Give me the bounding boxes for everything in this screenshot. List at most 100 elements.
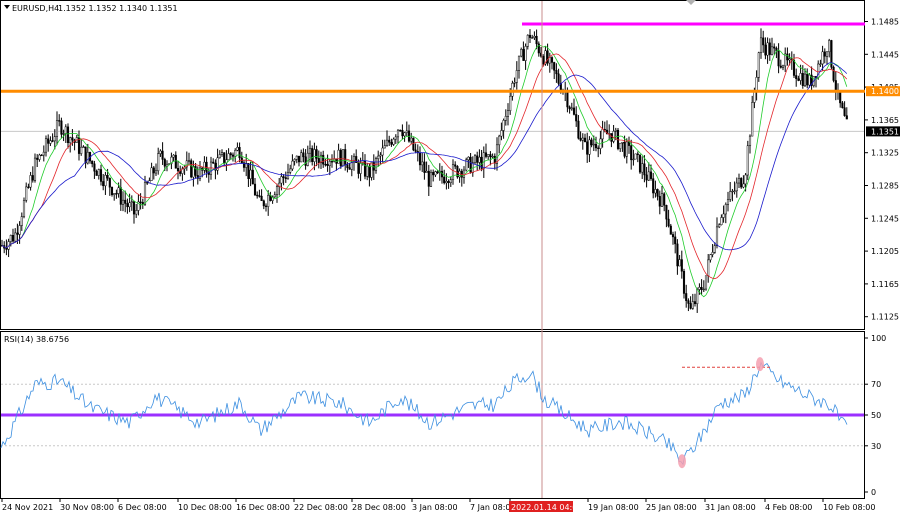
candle-body: [685, 293, 688, 301]
time-tick-label: 30 Nov 08:00: [60, 503, 114, 512]
candle-body: [231, 154, 235, 157]
candle-body: [759, 37, 763, 54]
candle-body: [667, 218, 670, 227]
candle-body: [108, 177, 111, 188]
candle-body: [647, 171, 650, 181]
candle-body: [841, 102, 844, 109]
candle-body: [187, 160, 191, 162]
candle-body: [737, 178, 741, 184]
candle-body: [47, 138, 50, 144]
candle-body: [645, 174, 648, 181]
candle-body: [44, 138, 48, 153]
candle-body: [834, 80, 837, 92]
candle-body: [66, 126, 70, 143]
candle-body: [449, 179, 452, 183]
candle-body: [282, 176, 285, 178]
candle-body: [740, 178, 743, 188]
candle-body: [548, 57, 551, 64]
candle-body: [795, 75, 798, 79]
candle-body: [106, 174, 109, 179]
candle-body: [586, 141, 589, 155]
candle-body: [383, 145, 386, 149]
candle-body: [60, 120, 63, 135]
candle-body: [394, 136, 397, 140]
candle-body: [84, 146, 87, 164]
candle-body: [491, 156, 494, 158]
candle-body: [11, 235, 15, 242]
candle-body: [735, 182, 738, 192]
candle-body: [370, 162, 373, 178]
candle-body: [724, 204, 727, 215]
candle-body: [330, 161, 334, 163]
candle-body: [663, 193, 666, 206]
candle-body: [86, 151, 89, 164]
candle-body: [377, 155, 380, 159]
candle-body: [788, 58, 791, 61]
candle-body: [117, 187, 120, 194]
time-tick-label: 7 Jan 08:00: [470, 503, 516, 512]
candle-body: [733, 190, 736, 192]
price-tick-label: 1.1365: [871, 116, 899, 125]
candle-body: [660, 193, 664, 207]
candle-body: [504, 116, 507, 121]
candle-body: [572, 107, 576, 115]
candle-body: [566, 91, 569, 108]
candle-body: [311, 148, 314, 162]
candle-body: [385, 139, 389, 146]
candle-body: [130, 201, 133, 203]
candle-body: [619, 142, 622, 149]
candle-body: [806, 73, 809, 86]
candle-body: [777, 50, 780, 67]
candle-body: [698, 287, 701, 290]
candle-body: [260, 195, 263, 202]
candle-body: [762, 37, 765, 46]
candle-body: [748, 135, 752, 147]
candle-body: [583, 137, 587, 143]
candle-body: [9, 235, 12, 242]
candle-body: [51, 140, 54, 142]
candle-body: [172, 154, 175, 158]
candle-body: [132, 201, 136, 215]
candle-body: [194, 166, 197, 176]
candle-body: [124, 199, 127, 204]
candle-body: [845, 115, 848, 120]
candle-body: [524, 46, 527, 61]
rsi-highlight-marker: [756, 357, 764, 372]
candle-body: [403, 132, 406, 137]
candle-body: [638, 154, 642, 173]
candle-body: [121, 199, 125, 205]
candle-body: [729, 191, 732, 200]
candle-body: [163, 159, 166, 167]
candle-body: [150, 167, 153, 181]
candle-body: [581, 137, 584, 141]
candle-body: [14, 232, 17, 242]
candle-body: [390, 142, 393, 145]
candle-body: [601, 128, 604, 140]
time-tick-label: 4 Feb 08:00: [765, 503, 812, 512]
candle-body: [786, 53, 789, 61]
candle-body: [500, 130, 503, 137]
candle-body: [779, 65, 782, 68]
candle-body: [636, 153, 639, 155]
symbol-label: EURUSD,H4: [12, 4, 59, 13]
price-tick-label: 1.1285: [871, 182, 899, 191]
candle-body: [768, 42, 771, 55]
candle-body: [625, 141, 628, 157]
candle-body: [665, 205, 668, 220]
candle-body: [473, 155, 477, 163]
candle-body: [368, 166, 371, 178]
candle-body: [493, 156, 496, 164]
candle-body: [192, 166, 195, 178]
candle-body: [115, 193, 118, 195]
candle-body: [799, 73, 802, 81]
candle-body: [401, 129, 404, 137]
candle-body: [689, 303, 692, 309]
ohlc-values: 1.1352 1.1352 1.1340 1.1351: [58, 4, 178, 13]
candle-body: [146, 182, 149, 184]
candle-body: [399, 129, 402, 132]
candle-body: [348, 167, 351, 170]
candle-body: [579, 137, 582, 141]
candle-body: [308, 148, 312, 154]
candle-body: [652, 178, 655, 194]
candle-body: [49, 140, 52, 144]
